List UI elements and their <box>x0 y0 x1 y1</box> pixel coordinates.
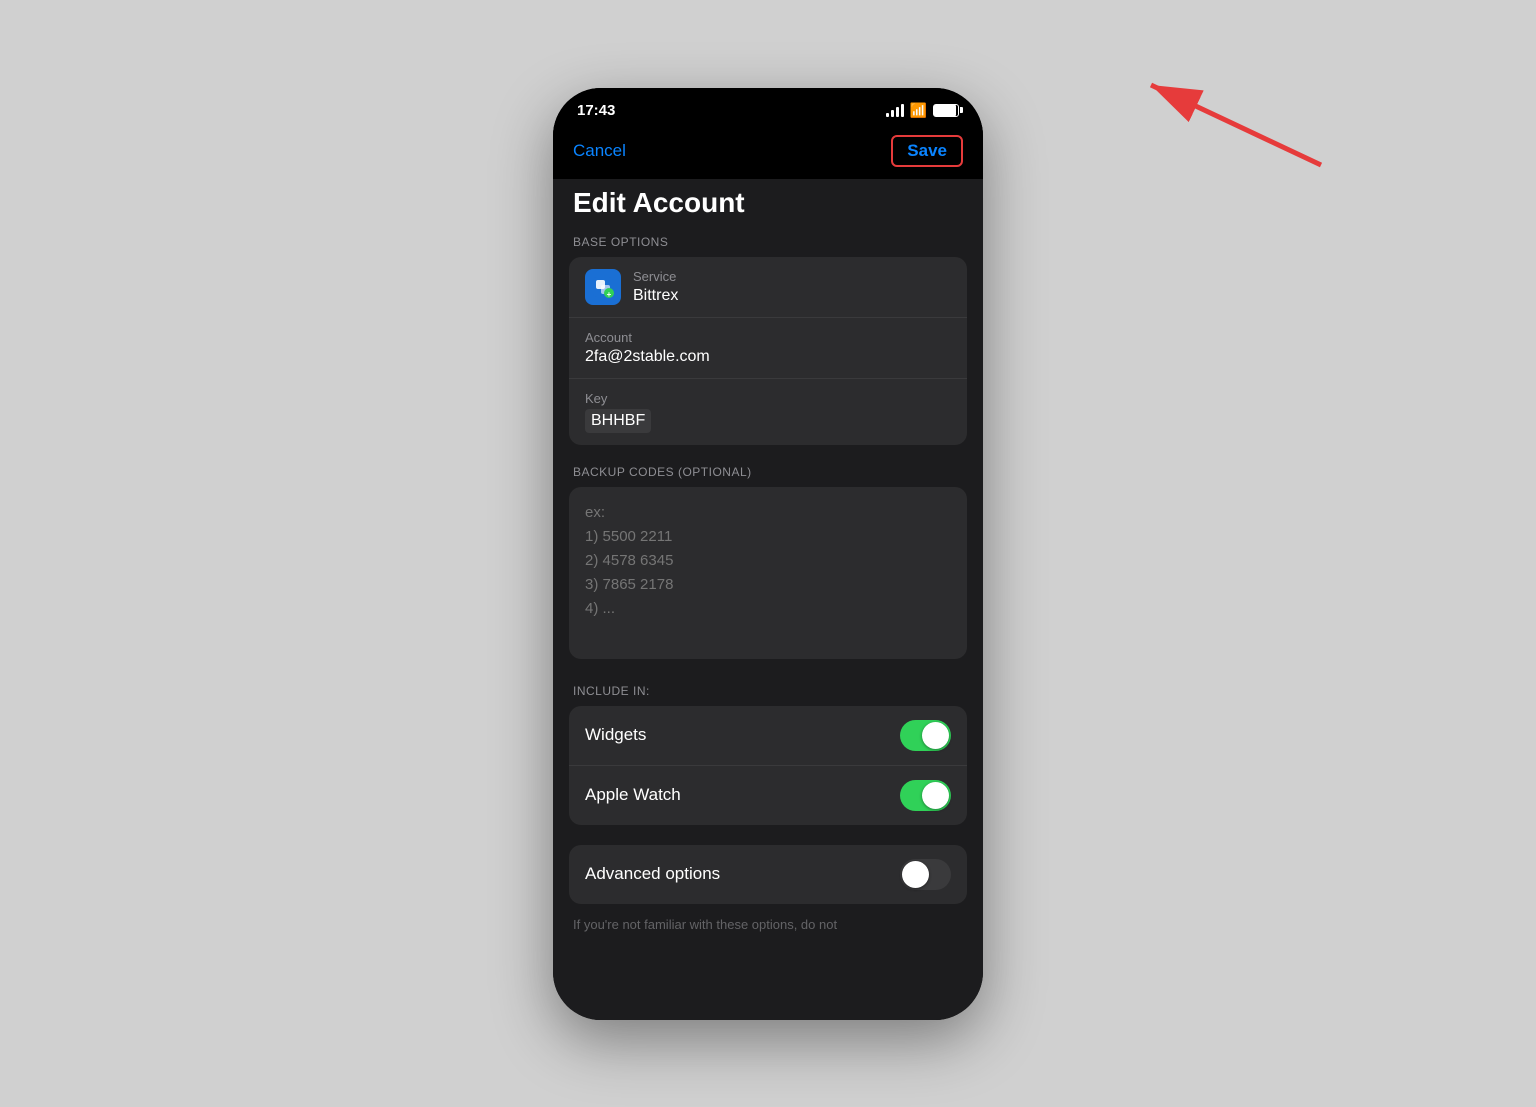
advanced-options-card: Advanced options <box>569 845 967 904</box>
status-icons: 📶 <box>886 102 959 119</box>
cancel-button[interactable]: Cancel <box>573 141 626 161</box>
status-time: 17:43 <box>577 102 615 119</box>
service-row[interactable]: + Service Bittrex <box>569 257 967 318</box>
apple-watch-toggle[interactable] <box>900 780 951 811</box>
widgets-row: Widgets <box>569 706 967 766</box>
key-value: BHHBF <box>585 409 951 433</box>
red-arrow-annotation <box>1121 55 1341 195</box>
base-options-card: + Service Bittrex Account 2fa@2stable.co… <box>569 257 967 445</box>
battery-icon <box>933 104 959 117</box>
wifi-icon: 📶 <box>910 102 927 119</box>
advanced-options-row: Advanced options <box>569 845 967 904</box>
key-row[interactable]: Key BHHBF <box>569 379 967 445</box>
account-label: Account <box>585 330 951 345</box>
advanced-options-toggle[interactable] <box>900 859 951 890</box>
advanced-options-toggle-thumb <box>902 861 929 888</box>
service-value: Bittrex <box>633 287 678 305</box>
widgets-toggle[interactable] <box>900 720 951 751</box>
base-options-label: BASE OPTIONS <box>569 235 967 257</box>
svg-text:+: + <box>607 290 612 299</box>
phone-screen: 17:43 📶 Cancel Save Edit Acc <box>553 88 983 1020</box>
advanced-options-label: Advanced options <box>585 864 720 884</box>
include-in-label: INCLUDE IN: <box>569 684 967 706</box>
include-in-card: Widgets Apple Watch <box>569 706 967 825</box>
account-row[interactable]: Account 2fa@2stable.com <box>569 318 967 379</box>
apple-watch-row: Apple Watch <box>569 766 967 825</box>
service-info: Service Bittrex <box>633 269 678 305</box>
apple-watch-label: Apple Watch <box>585 785 681 805</box>
widgets-label: Widgets <box>585 725 646 745</box>
service-icon: + <box>585 269 621 305</box>
apple-watch-toggle-thumb <box>922 782 949 809</box>
widgets-toggle-thumb <box>922 722 949 749</box>
status-bar: 17:43 📶 <box>553 88 983 127</box>
backup-codes-label: BACKUP CODES (OPTIONAL) <box>569 465 967 487</box>
nav-bar: Cancel Save <box>553 127 983 179</box>
signal-icon <box>886 104 904 117</box>
backup-codes-textarea[interactable] <box>569 487 967 659</box>
key-label: Key <box>585 391 951 406</box>
key-input-display: BHHBF <box>585 409 651 433</box>
footer-text: If you're not familiar with these option… <box>569 916 967 934</box>
account-value: 2fa@2stable.com <box>585 348 951 366</box>
page-title: Edit Account <box>569 179 967 235</box>
phone-frame: 17:43 📶 Cancel Save Edit Acc <box>553 88 983 1020</box>
save-button[interactable]: Save <box>891 135 963 167</box>
service-label: Service <box>633 269 678 284</box>
content: Edit Account BASE OPTIONS + <box>553 179 983 954</box>
